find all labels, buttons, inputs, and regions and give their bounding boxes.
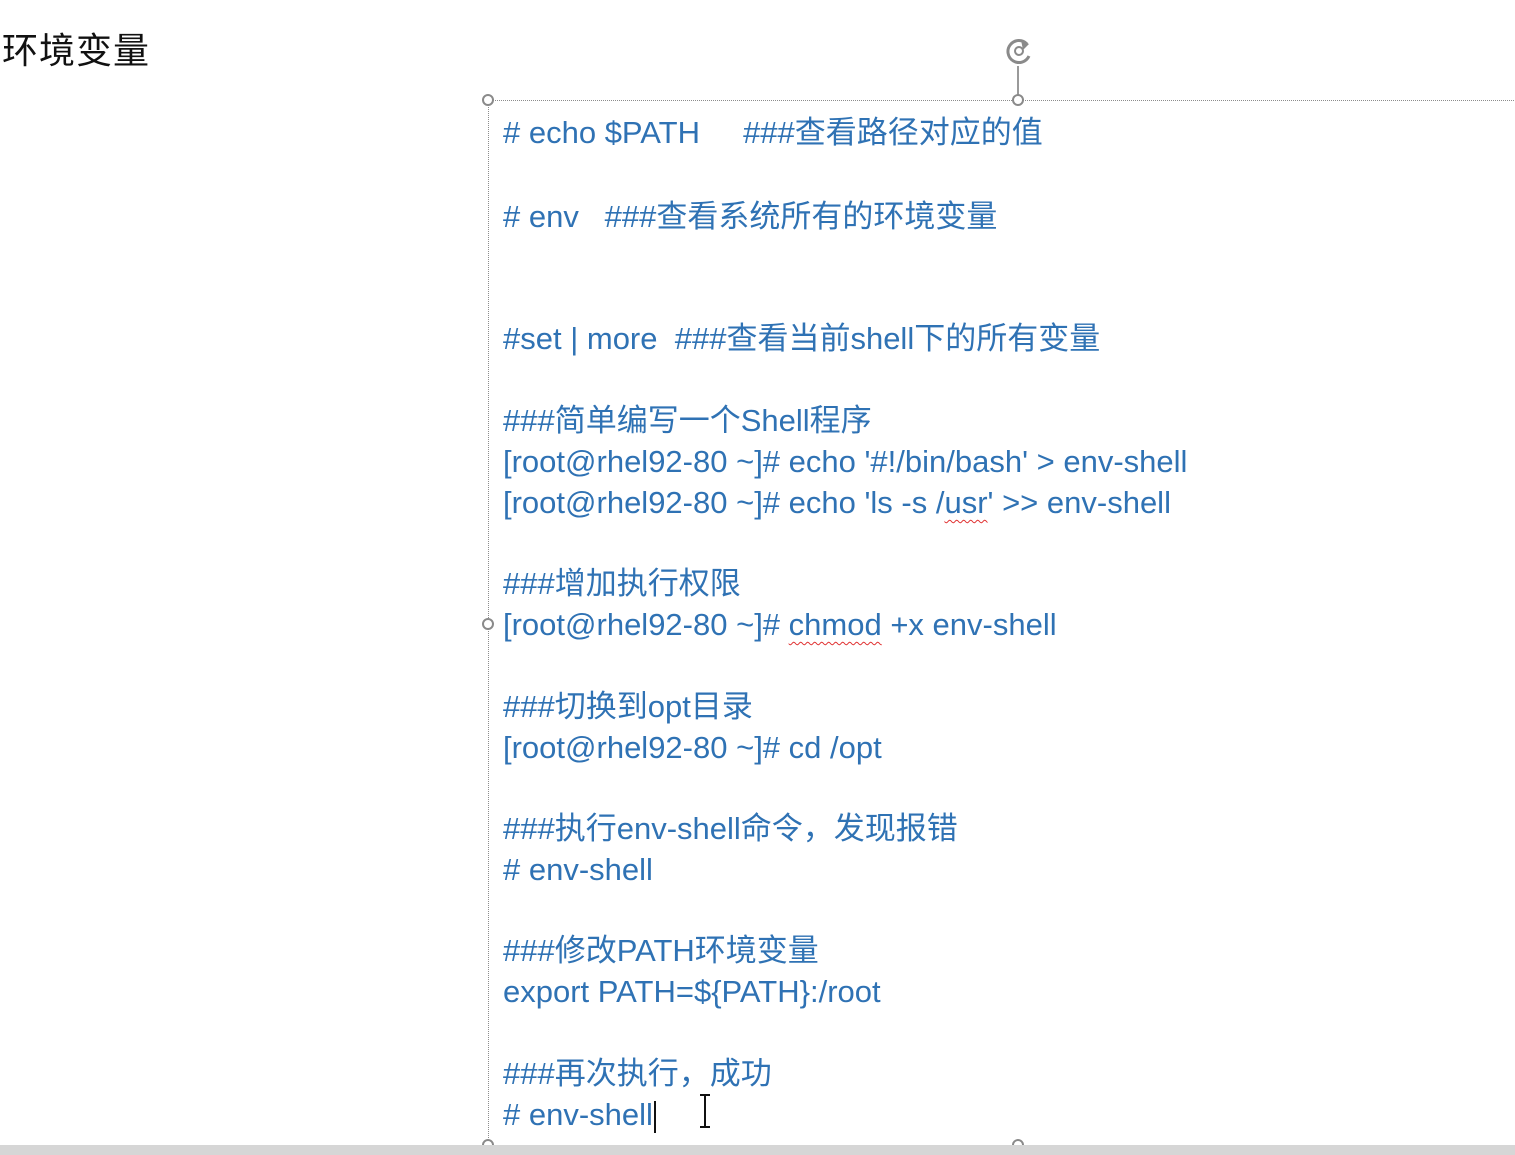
spellcheck-word: usr — [944, 485, 988, 520]
text-line: # env ###查看系统所有的环境变量 — [503, 199, 998, 234]
text-line: [root@rhel92-80 ~]# cd /opt — [503, 730, 882, 765]
text-line: # env-shell — [503, 1094, 656, 1136]
text-line: # echo $PATH ###查看路径对应的值 — [503, 115, 1043, 150]
slide-title[interactable]: 环境变量 — [2, 28, 150, 76]
rotate-handle-icon[interactable] — [1000, 32, 1038, 70]
resize-handle-top-middle[interactable] — [1012, 94, 1024, 106]
resize-handle-top-left[interactable] — [482, 94, 494, 106]
bottom-scroll-edge — [0, 1145, 1515, 1155]
text-line: export PATH=${PATH}:/root — [503, 974, 881, 1009]
text-segment: [root@rhel92-80 ~]# echo 'ls -s / — [503, 485, 945, 520]
rotate-stem — [1017, 66, 1019, 96]
text-line: [root@rhel92-80 ~]# echo '#!/bin/bash' >… — [503, 444, 1188, 479]
text-line: #set | more ###查看当前shell下的所有变量 — [503, 321, 1101, 356]
text-line: ###执行env-shell命令，发现报错 — [503, 811, 958, 846]
text-line: ###切换到opt目录 — [503, 689, 753, 724]
text-segment: # env-shell — [503, 1097, 653, 1132]
text-line: ###简单编写一个Shell程序 — [503, 403, 872, 438]
resize-handle-middle-left[interactable] — [482, 618, 494, 630]
text-line: [root@rhel92-80 ~]# chmod +x env-shell — [503, 604, 1057, 646]
text-segment: +x env-shell — [881, 607, 1057, 642]
text-cursor-icon — [700, 1094, 710, 1128]
text-line: # env-shell — [503, 852, 653, 887]
text-line: ###修改PATH环境变量 — [503, 933, 819, 968]
text-segment: [root@rhel92-80 ~]# — [503, 607, 789, 642]
text-line: ###再次执行，成功 — [503, 1056, 772, 1091]
spellcheck-word: chmod — [788, 607, 882, 642]
text-segment: ' >> env-shell — [987, 485, 1171, 520]
slide-canvas: 环境变量 # echo $PATH ###查看路径对应的值 # env ###查… — [0, 0, 1515, 1155]
text-caret — [653, 1100, 656, 1133]
text-line: [root@rhel92-80 ~]# echo 'ls -s /usr' >>… — [503, 482, 1171, 524]
text-line: ###增加执行权限 — [503, 566, 741, 601]
